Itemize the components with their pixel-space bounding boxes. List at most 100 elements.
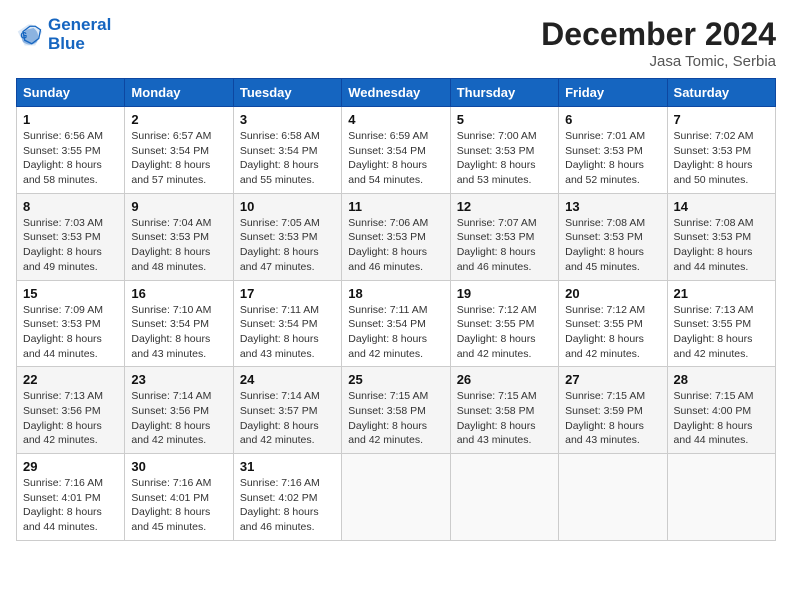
day-number: 1 [23, 112, 118, 127]
calendar-cell: 25 Sunrise: 7:15 AMSunset: 3:58 PMDayligh… [342, 367, 450, 454]
day-info: Sunrise: 7:15 AMSunset: 3:59 PMDaylight:… [565, 389, 660, 448]
day-number: 27 [565, 372, 660, 387]
day-info: Sunrise: 7:08 AMSunset: 3:53 PMDaylight:… [565, 216, 660, 275]
calendar-cell: 15Sunrise: 7:09 AMSunset: 3:53 PMDayligh… [17, 280, 125, 367]
calendar-cell [559, 454, 667, 541]
calendar-cell: 27 Sunrise: 7:15 AMSunset: 3:59 PMDayligh… [559, 367, 667, 454]
calendar-cell: 30 Sunrise: 7:16 AMSunset: 4:01 PMDayligh… [125, 454, 233, 541]
col-header-friday: Friday [559, 79, 667, 107]
day-info: Sunrise: 7:03 AMSunset: 3:53 PMDaylight:… [23, 216, 118, 275]
calendar-cell: 13 Sunrise: 7:08 AMSunset: 3:53 PMDayligh… [559, 193, 667, 280]
day-info: Sunrise: 7:08 AMSunset: 3:53 PMDaylight:… [674, 216, 769, 275]
day-number: 26 [457, 372, 552, 387]
page-header: G General Blue December 2024 Jasa Tomic,… [16, 16, 776, 70]
svg-text:G: G [20, 30, 27, 40]
day-info: Sunrise: 7:14 AMSunset: 3:56 PMDaylight:… [131, 389, 226, 448]
calendar-week-row: 22 Sunrise: 7:13 AMSunset: 3:56 PMDayligh… [17, 367, 776, 454]
day-info: Sunrise: 6:58 AMSunset: 3:54 PMDaylight:… [240, 129, 335, 188]
day-info: Sunrise: 7:07 AMSunset: 3:53 PMDaylight:… [457, 216, 552, 275]
day-number: 5 [457, 112, 552, 127]
day-number: 8 [23, 199, 118, 214]
day-number: 20 [565, 286, 660, 301]
calendar-cell: 3 Sunrise: 6:58 AMSunset: 3:54 PMDaylight… [233, 107, 341, 194]
day-number: 28 [674, 372, 769, 387]
day-number: 6 [565, 112, 660, 127]
day-info: Sunrise: 7:15 AMSunset: 3:58 PMDaylight:… [457, 389, 552, 448]
calendar-cell: 5 Sunrise: 7:00 AMSunset: 3:53 PMDaylight… [450, 107, 558, 194]
day-number: 7 [674, 112, 769, 127]
day-number: 22 [23, 372, 118, 387]
day-info: Sunrise: 7:01 AMSunset: 3:53 PMDaylight:… [565, 129, 660, 188]
day-info: Sunrise: 7:12 AMSunset: 3:55 PMDaylight:… [565, 303, 660, 362]
calendar-cell: 10 Sunrise: 7:05 AMSunset: 3:53 PMDayligh… [233, 193, 341, 280]
day-info: Sunrise: 7:13 AMSunset: 3:56 PMDaylight:… [23, 389, 118, 448]
day-number: 15 [23, 286, 118, 301]
calendar-week-row: 1 Sunrise: 6:56 AMSunset: 3:55 PMDaylight… [17, 107, 776, 194]
day-info: Sunrise: 7:15 AMSunset: 3:58 PMDaylight:… [348, 389, 443, 448]
day-info: Sunrise: 7:12 AMSunset: 3:55 PMDaylight:… [457, 303, 552, 362]
calendar-cell: 22 Sunrise: 7:13 AMSunset: 3:56 PMDayligh… [17, 367, 125, 454]
day-number: 17 [240, 286, 335, 301]
calendar-cell: 12 Sunrise: 7:07 AMSunset: 3:53 PMDayligh… [450, 193, 558, 280]
day-info: Sunrise: 7:11 AMSunset: 3:54 PMDaylight:… [240, 303, 335, 362]
day-info: Sunrise: 7:15 AMSunset: 4:00 PMDaylight:… [674, 389, 769, 448]
calendar-cell: 26 Sunrise: 7:15 AMSunset: 3:58 PMDayligh… [450, 367, 558, 454]
day-number: 19 [457, 286, 552, 301]
calendar-body: 1 Sunrise: 6:56 AMSunset: 3:55 PMDaylight… [17, 107, 776, 541]
day-number: 29 [23, 459, 118, 474]
day-info: Sunrise: 6:56 AMSunset: 3:55 PMDaylight:… [23, 129, 118, 188]
calendar-week-row: 8 Sunrise: 7:03 AMSunset: 3:53 PMDaylight… [17, 193, 776, 280]
col-header-tuesday: Tuesday [233, 79, 341, 107]
calendar-table: SundayMondayTuesdayWednesdayThursdayFrid… [16, 78, 776, 541]
day-number: 3 [240, 112, 335, 127]
day-info: Sunrise: 7:00 AMSunset: 3:53 PMDaylight:… [457, 129, 552, 188]
day-number: 16 [131, 286, 226, 301]
calendar-week-row: 15Sunrise: 7:09 AMSunset: 3:53 PMDayligh… [17, 280, 776, 367]
col-header-sunday: Sunday [17, 79, 125, 107]
day-number: 30 [131, 459, 226, 474]
calendar-cell: 2 Sunrise: 6:57 AMSunset: 3:54 PMDaylight… [125, 107, 233, 194]
day-number: 24 [240, 372, 335, 387]
day-info: Sunrise: 7:04 AMSunset: 3:53 PMDaylight:… [131, 216, 226, 275]
day-number: 10 [240, 199, 335, 214]
day-number: 13 [565, 199, 660, 214]
calendar-cell [342, 454, 450, 541]
col-header-wednesday: Wednesday [342, 79, 450, 107]
day-number: 18 [348, 286, 443, 301]
calendar-week-row: 29 Sunrise: 7:16 AMSunset: 4:01 PMDayligh… [17, 454, 776, 541]
month-title: December 2024 [541, 16, 776, 53]
day-info: Sunrise: 7:05 AMSunset: 3:53 PMDaylight:… [240, 216, 335, 275]
calendar-cell: 31Sunrise: 7:16 AMSunset: 4:02 PMDayligh… [233, 454, 341, 541]
col-header-saturday: Saturday [667, 79, 775, 107]
location-subtitle: Jasa Tomic, Serbia [541, 53, 776, 70]
day-info: Sunrise: 7:14 AMSunset: 3:57 PMDaylight:… [240, 389, 335, 448]
calendar-cell: 28 Sunrise: 7:15 AMSunset: 4:00 PMDayligh… [667, 367, 775, 454]
calendar-cell: 17 Sunrise: 7:11 AMSunset: 3:54 PMDayligh… [233, 280, 341, 367]
calendar-cell: 6 Sunrise: 7:01 AMSunset: 3:53 PMDaylight… [559, 107, 667, 194]
day-number: 4 [348, 112, 443, 127]
calendar-header-row: SundayMondayTuesdayWednesdayThursdayFrid… [17, 79, 776, 107]
logo: G General Blue [16, 16, 111, 53]
day-info: Sunrise: 6:59 AMSunset: 3:54 PMDaylight:… [348, 129, 443, 188]
calendar-cell: 23Sunrise: 7:14 AMSunset: 3:56 PMDayligh… [125, 367, 233, 454]
calendar-cell: 4 Sunrise: 6:59 AMSunset: 3:54 PMDaylight… [342, 107, 450, 194]
day-number: 25 [348, 372, 443, 387]
logo-text: General Blue [48, 16, 111, 53]
calendar-cell: 14 Sunrise: 7:08 AMSunset: 3:53 PMDayligh… [667, 193, 775, 280]
day-number: 9 [131, 199, 226, 214]
calendar-cell: 19 Sunrise: 7:12 AMSunset: 3:55 PMDayligh… [450, 280, 558, 367]
day-number: 14 [674, 199, 769, 214]
day-info: Sunrise: 7:16 AMSunset: 4:01 PMDaylight:… [23, 476, 118, 535]
col-header-monday: Monday [125, 79, 233, 107]
col-header-thursday: Thursday [450, 79, 558, 107]
day-number: 21 [674, 286, 769, 301]
day-number: 2 [131, 112, 226, 127]
calendar-cell: 18Sunrise: 7:11 AMSunset: 3:54 PMDayligh… [342, 280, 450, 367]
day-number: 31 [240, 459, 335, 474]
day-number: 12 [457, 199, 552, 214]
day-info: Sunrise: 7:16 AMSunset: 4:01 PMDaylight:… [131, 476, 226, 535]
calendar-cell: 1 Sunrise: 6:56 AMSunset: 3:55 PMDaylight… [17, 107, 125, 194]
calendar-cell: 8 Sunrise: 7:03 AMSunset: 3:53 PMDaylight… [17, 193, 125, 280]
day-info: Sunrise: 7:10 AMSunset: 3:54 PMDaylight:… [131, 303, 226, 362]
day-info: Sunrise: 6:57 AMSunset: 3:54 PMDaylight:… [131, 129, 226, 188]
